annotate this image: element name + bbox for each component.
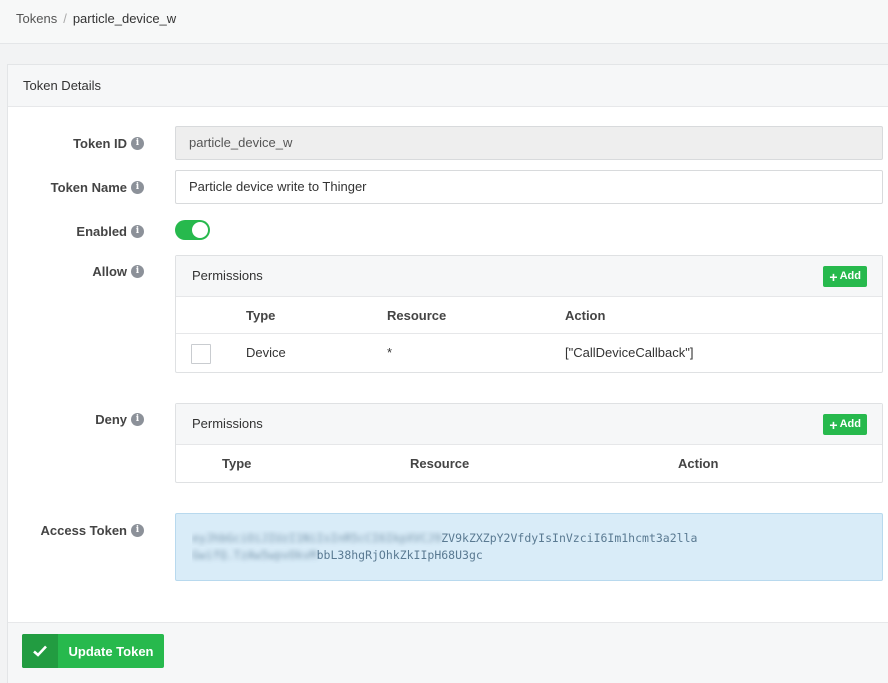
token-id-field[interactable]: particle_device_w bbox=[175, 126, 883, 160]
update-token-button[interactable]: Update Token bbox=[22, 634, 164, 668]
column-action: Action bbox=[678, 456, 719, 471]
breadcrumb-current: particle_device_w bbox=[72, 11, 177, 26]
table-row: Device * ["CallDeviceCallback"] bbox=[176, 334, 882, 372]
token-name-label: Token Name i bbox=[51, 180, 144, 195]
row-resource: * bbox=[387, 345, 393, 360]
deny-permissions-header: Permissions + Add bbox=[176, 404, 882, 445]
column-type: Type bbox=[222, 456, 252, 471]
row-type: Device bbox=[246, 345, 286, 360]
breadcrumb-tokens-link[interactable]: Tokens bbox=[16, 11, 57, 26]
enabled-toggle[interactable] bbox=[175, 220, 210, 240]
info-icon[interactable]: i bbox=[131, 225, 144, 238]
token-details-panel: Token Details Token ID i particle_device… bbox=[7, 64, 888, 683]
row-action: ["CallDeviceCallback"] bbox=[565, 345, 694, 360]
breadcrumb-separator: / bbox=[63, 11, 67, 26]
access-token-label: Access Token i bbox=[41, 523, 144, 538]
info-icon[interactable]: i bbox=[131, 265, 144, 278]
allow-permissions-title: Permissions bbox=[192, 268, 263, 283]
deny-add-button[interactable]: + Add bbox=[823, 414, 867, 435]
deny-permissions-box: Permissions + Add Type Resource Action bbox=[175, 403, 883, 483]
check-icon bbox=[22, 634, 58, 668]
allow-permissions-box: Permissions + Add Type Resource Action D… bbox=[175, 255, 883, 373]
enabled-label: Enabled i bbox=[76, 224, 144, 239]
deny-table-header: Type Resource Action bbox=[176, 445, 882, 482]
info-icon[interactable]: i bbox=[131, 137, 144, 150]
deny-label: Deny i bbox=[95, 412, 144, 427]
allow-permissions-header: Permissions + Add bbox=[176, 256, 882, 297]
allow-add-button[interactable]: + Add bbox=[823, 266, 867, 287]
column-type: Type bbox=[246, 308, 276, 323]
update-token-label: Update Token bbox=[68, 643, 154, 659]
access-token-value[interactable]: eyJhbGciOiJIUzI1NiIsInR5cCI6IkpXVCJ9ZV9k… bbox=[175, 513, 883, 581]
column-resource: Resource bbox=[387, 308, 447, 323]
info-icon[interactable]: i bbox=[131, 524, 144, 537]
plus-icon: + bbox=[829, 416, 838, 433]
breadcrumb: Tokens / particle_device_w bbox=[0, 0, 888, 44]
info-icon[interactable]: i bbox=[131, 413, 144, 426]
access-token-line-1: eyJhbGciOiJIUzI1NiIsInR5cCI6IkpXVCJ9ZV9k… bbox=[192, 531, 698, 545]
column-action: Action bbox=[565, 308, 606, 323]
token-name-field[interactable]: Particle device write to Thinger bbox=[175, 170, 883, 204]
plus-icon: + bbox=[829, 268, 838, 285]
row-checkbox[interactable] bbox=[191, 344, 211, 364]
panel-footer: Update Token bbox=[8, 622, 888, 683]
column-resource: Resource bbox=[410, 456, 470, 471]
token-id-label: Token ID i bbox=[73, 136, 144, 151]
allow-table-header: Type Resource Action bbox=[176, 297, 882, 334]
deny-permissions-title: Permissions bbox=[192, 416, 263, 431]
toggle-knob bbox=[192, 222, 208, 238]
panel-title: Token Details bbox=[8, 65, 888, 107]
allow-label: Allow i bbox=[92, 264, 144, 279]
access-token-line-2: GwifQ.TzAw5wpvOkvMbbL38hgRjOhkZkIIpH68U3… bbox=[192, 548, 483, 562]
info-icon[interactable]: i bbox=[131, 181, 144, 194]
